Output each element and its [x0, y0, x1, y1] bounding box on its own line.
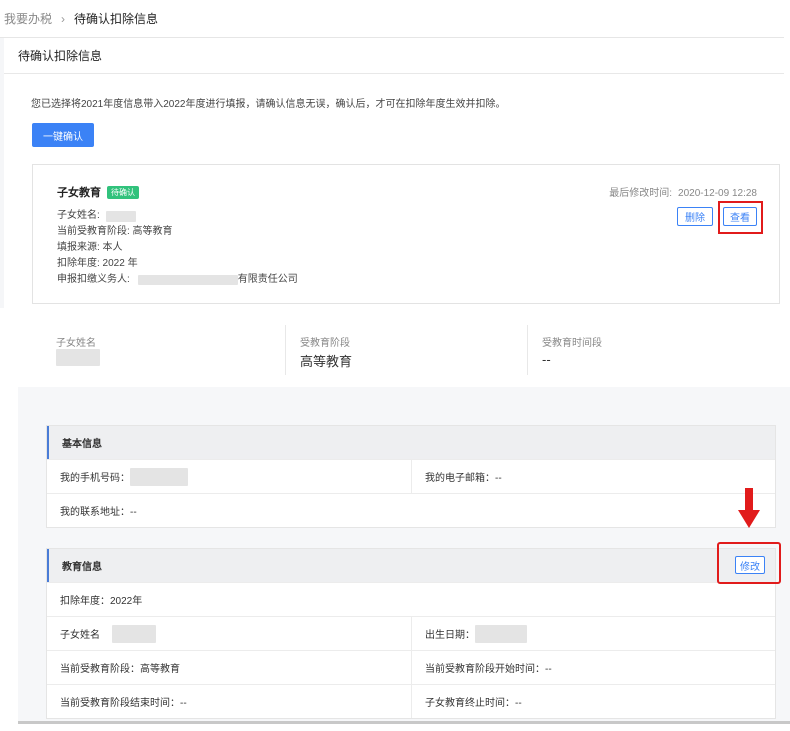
- child-name-row: 子女姓名:: [57, 208, 298, 224]
- redacted-withholder: [137, 275, 238, 285]
- edu-row-stage: 当前受教育阶段：高等教育 当前受教育阶段开始时间：--: [47, 650, 775, 684]
- chevron-right-icon: ›: [61, 11, 66, 26]
- year-row: 扣除年度: 2022 年: [57, 258, 138, 269]
- status-badge: 待确认: [107, 185, 139, 199]
- edu-row-end: 当前受教育阶段结束时间：-- 子女教育终止时间：--: [47, 684, 775, 718]
- card-title-text: 子女教育: [57, 187, 101, 199]
- email-cell: 我的电子邮箱：--: [411, 460, 775, 493]
- address-cell: 我的联系地址：--: [60, 507, 137, 518]
- bottom-divider: [18, 721, 790, 724]
- summary-name: 子女姓名: [56, 325, 286, 375]
- modified-value: 2020-12-09 12:28: [678, 188, 757, 199]
- stage-start-cell: 当前受教育阶段开始时间：--: [411, 651, 775, 684]
- pending-deductions-panel: 待确认扣除信息 您已选择将2021年度信息带入2022年度进行填报，请确认信息无…: [4, 38, 784, 308]
- birth-cell: 出生日期：: [411, 617, 775, 650]
- basic-info-row-2: 我的联系地址：--: [47, 493, 775, 527]
- deduction-card: 子女教育 待确认 最后修改时间: 2020-12-09 12:28 子女姓名: 当…: [32, 164, 780, 304]
- breadcrumb-current: 待确认扣除信息: [74, 12, 159, 26]
- summary-strip: 子女姓名 受教育阶段 高等教育 受教育时间段 --: [18, 315, 790, 387]
- edu-info-title-text: 教育信息: [62, 562, 102, 573]
- modified-label: 最后修改时间:: [609, 188, 673, 199]
- notice-text: 您已选择将2021年度信息带入2022年度进行填报，请确认信息无误，确认后，才可…: [31, 99, 506, 110]
- breadcrumb-parent[interactable]: 我要办税: [0, 10, 52, 27]
- edit-highlight-box: [717, 542, 781, 584]
- view-highlight-box: [718, 201, 763, 234]
- redacted-birth: [475, 624, 527, 643]
- card-details: 子女姓名: 当前受教育阶段: 高等教育 填报来源: 本人 扣除年度: 2022 …: [57, 208, 298, 288]
- modified-time: 最后修改时间: 2020-12-09 12:28: [609, 184, 757, 199]
- summary-stage-value: 高等教育: [300, 354, 353, 369]
- summary-period-value: --: [542, 352, 551, 367]
- redacted-phone: [130, 467, 188, 486]
- withholder-row: 申报扣缴义务人: 有限责任公司: [57, 272, 298, 288]
- edu-row-name: 子女姓名 出生日期：: [47, 616, 775, 650]
- source-row: 填报来源: 本人: [57, 242, 123, 253]
- deduction-year-cell: 扣除年度：2022年: [60, 596, 143, 607]
- summary-period: 受教育时间段 --: [528, 315, 770, 387]
- edu-row-year: 扣除年度：2022年: [47, 582, 775, 616]
- summary-name-value: [56, 349, 100, 366]
- edu-child-name-cell: 子女姓名: [47, 617, 411, 650]
- phone-label: 我的手机号码：: [60, 473, 130, 484]
- phone-cell: 我的手机号码：: [47, 460, 411, 493]
- summary-name-label: 子女姓名: [56, 338, 96, 349]
- confirm-all-button[interactable]: 一键确认: [32, 123, 94, 147]
- edu-info-section: 教育信息 修改 扣除年度：2022年 子女姓名 出生日期： 当前受教育阶段：高等…: [46, 548, 776, 719]
- basic-info-title: 基本信息: [47, 426, 775, 459]
- basic-info-section: 基本信息 我的手机号码： 我的电子邮箱：-- 我的联系地址：--: [46, 425, 776, 528]
- withholder-label: 申报扣缴义务人:: [57, 274, 130, 285]
- birth-label: 出生日期：: [425, 630, 475, 641]
- edu-child-name-label: 子女姓名: [60, 630, 100, 641]
- stage-end-cell: 当前受教育阶段结束时间：--: [60, 698, 187, 709]
- child-name-label: 子女姓名:: [57, 210, 100, 221]
- redacted-edu-child-name: [112, 624, 156, 643]
- summary-period-label: 受教育时间段: [542, 338, 602, 349]
- arrow-down-icon: [738, 488, 760, 528]
- edu-end-cell: 子女教育终止时间：--: [411, 685, 775, 718]
- summary-stage-label: 受教育阶段: [300, 338, 350, 349]
- stage-row: 当前受教育阶段: 高等教育: [57, 226, 173, 237]
- withholder-suffix: 有限责任公司: [237, 274, 298, 285]
- summary-stage: 受教育阶段 高等教育: [286, 325, 528, 375]
- top-panel: 我要办税 › 待确认扣除信息 待确认扣除信息 您已选择将2021年度信息带入20…: [0, 0, 784, 308]
- delete-button[interactable]: 删除: [677, 207, 713, 226]
- panel-title: 待确认扣除信息: [4, 38, 784, 74]
- stage-cell: 当前受教育阶段：高等教育: [60, 664, 180, 675]
- detail-panel: 子女姓名 受教育阶段 高等教育 受教育时间段 -- 基本信息 我的手机号码： 我…: [18, 315, 790, 721]
- redacted-child-name: [105, 210, 136, 222]
- card-title: 子女教育 待确认: [57, 184, 139, 200]
- breadcrumb: 我要办税 › 待确认扣除信息: [0, 0, 784, 38]
- basic-info-row-1: 我的手机号码： 我的电子邮箱：--: [47, 459, 775, 493]
- edu-info-title: 教育信息 修改: [47, 549, 775, 582]
